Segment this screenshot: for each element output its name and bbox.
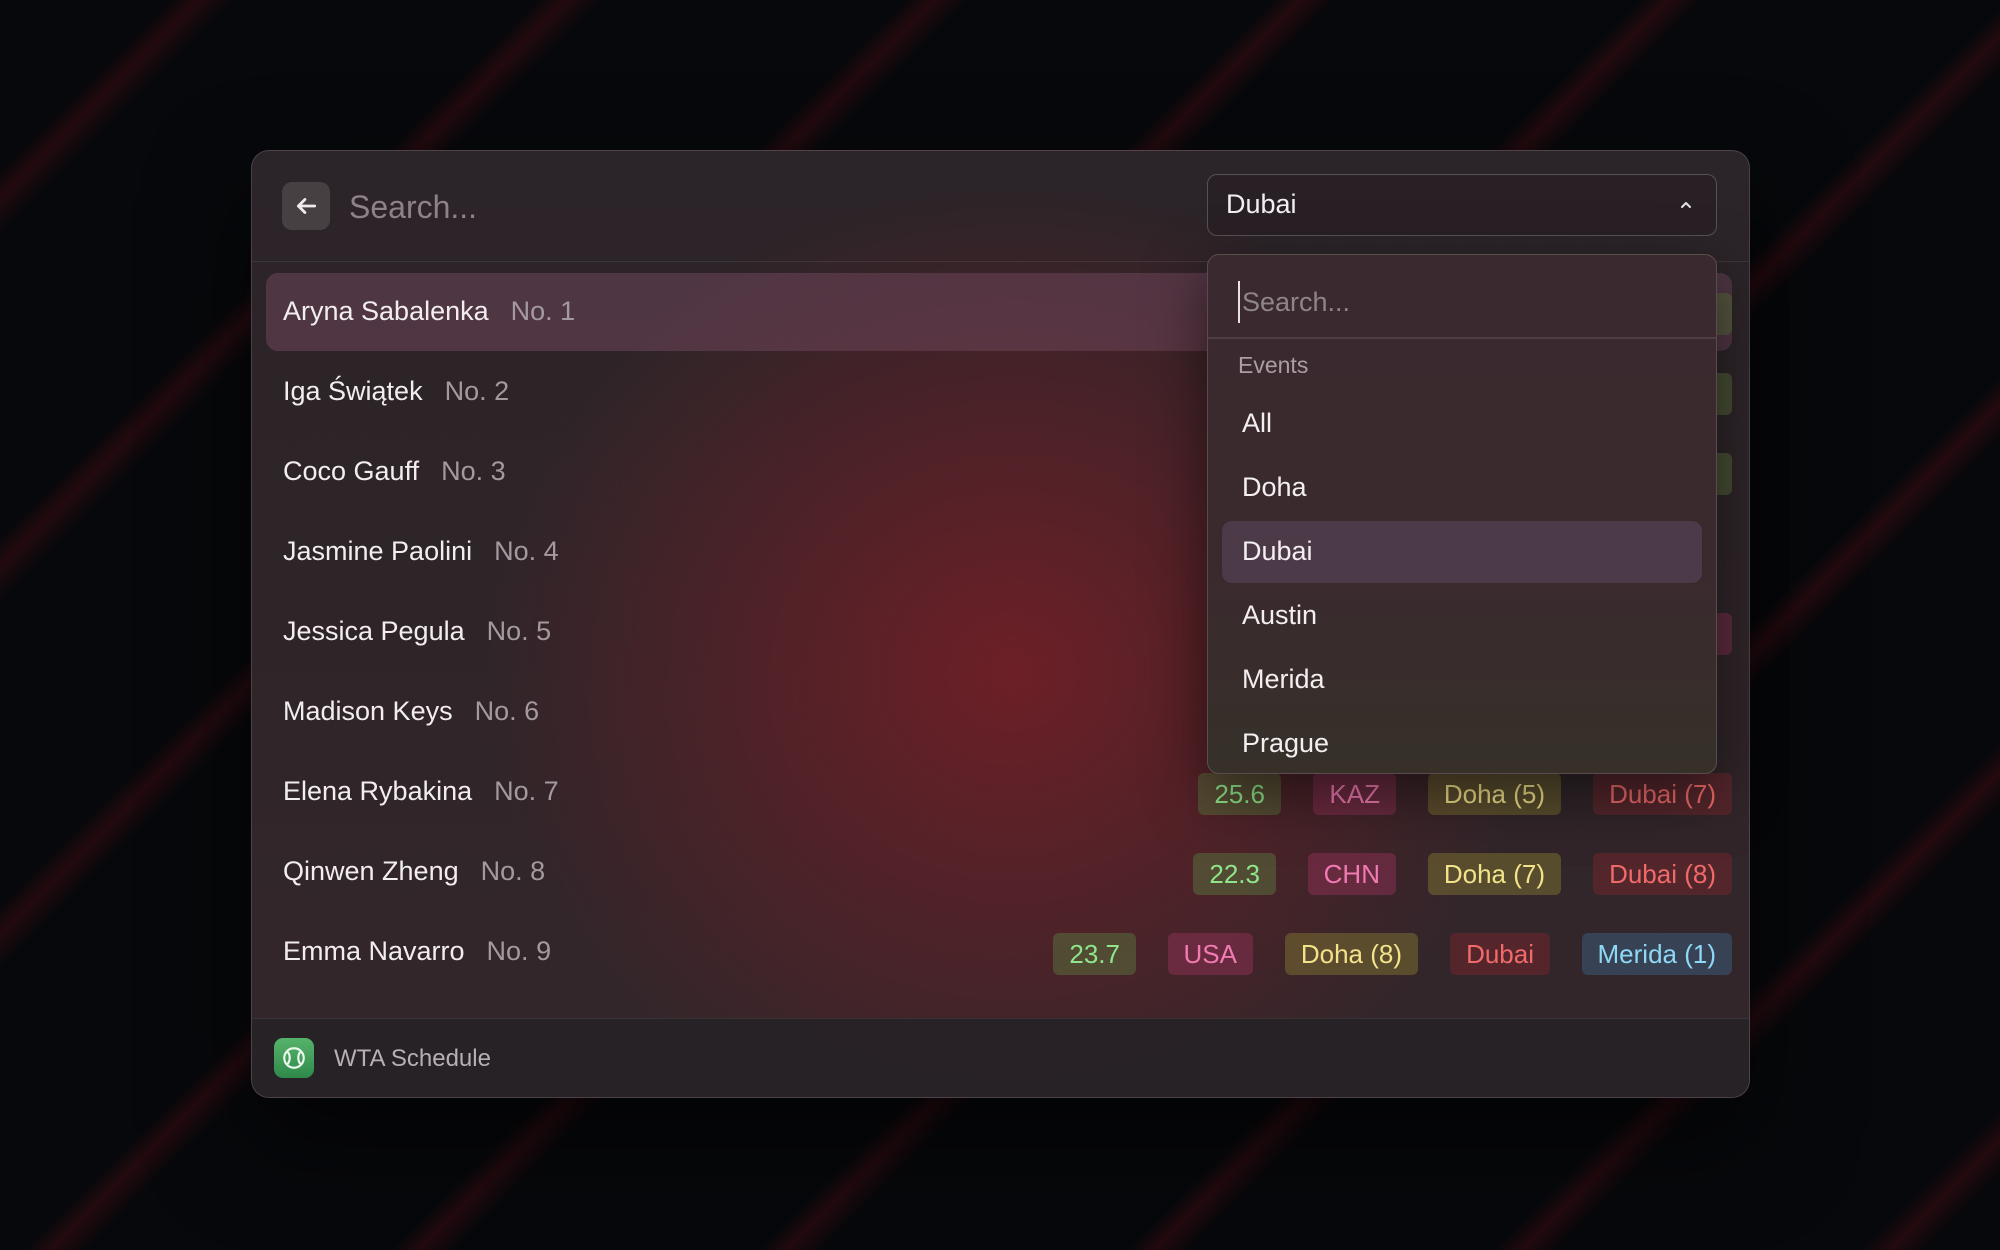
doha-tag: Doha (5) [1427, 773, 1561, 815]
menu-item-label: Dubai [1242, 536, 1313, 566]
menu-item-label: Austin [1242, 600, 1318, 630]
player-rank: No. 7 [494, 776, 559, 806]
event-filter-dropdown[interactable]: Dubai [1207, 174, 1717, 236]
dubai-tag: Dubai [1450, 933, 1550, 975]
menu-item-label: Merida [1242, 664, 1325, 694]
menu-item-all[interactable]: All [1222, 393, 1702, 455]
player-name: Qinwen Zheng No. 8 [283, 856, 545, 887]
player-name-text: Emma Navarro [283, 936, 465, 966]
player-rank: No. 9 [486, 936, 552, 966]
player-rank: No. 8 [480, 856, 546, 886]
event-search-input[interactable] [1238, 281, 1684, 323]
event-filter-value: Dubai [1226, 189, 1297, 219]
dubai-tag: Dubai (7) [1593, 773, 1732, 815]
merida-tag: Merida (1) [1581, 933, 1732, 975]
player-name: Emma Navarro No. 9 [283, 936, 551, 967]
divider [1208, 337, 1716, 339]
score-tag: 22.3 [1193, 853, 1276, 895]
player-name: Elena Rybakina No. 7 [283, 776, 559, 807]
player-name: Madison Keys No. 6 [283, 696, 539, 727]
dubai-tag: Dubai (8) [1593, 853, 1732, 895]
event-filter-menu: Events All Doha Dubai Austin Merida Prague [1207, 254, 1717, 774]
score-tag: 25.6 [1198, 773, 1281, 815]
country-tag: USA [1167, 933, 1253, 975]
player-name: Aryna Sabalenka No. 1 [283, 296, 575, 327]
player-rank: No. 5 [486, 616, 552, 646]
menu-item-dubai[interactable]: Dubai [1222, 521, 1702, 583]
menu-item-prague[interactable]: Prague [1222, 713, 1702, 773]
player-name: Jessica Pegula No. 5 [283, 616, 551, 647]
menu-item-label: Prague [1242, 728, 1330, 758]
doha-tag: Doha (7) [1427, 853, 1561, 895]
footer-bar: WTA Schedule [252, 1018, 1749, 1097]
player-rank: No. 6 [474, 696, 540, 726]
menu-item-doha[interactable]: Doha [1222, 457, 1702, 519]
menu-item-label: All [1242, 408, 1273, 438]
player-name: Coco Gauff No. 3 [283, 456, 506, 487]
player-name-text: Jessica Pegula [283, 616, 465, 646]
player-name-text: Iga Świątek [283, 376, 423, 406]
player-name-text: Aryna Sabalenka [283, 296, 489, 326]
player-rank: No. 1 [510, 296, 576, 326]
country-tag: CHN [1307, 853, 1396, 895]
search-header: Dubai [252, 151, 1749, 262]
doha-tag: Doha (8) [1284, 933, 1418, 975]
player-name-text: Coco Gauff [283, 456, 420, 486]
app-title: WTA Schedule [334, 1045, 491, 1072]
player-row[interactable]: Emma Navarro No. 9 Merida (1) Dubai Doha (8)… [266, 913, 1732, 991]
menu-item-label: Doha [1242, 472, 1307, 502]
player-name-text: Qinwen Zheng [283, 856, 459, 886]
player-name-text: Elena Rybakina [283, 776, 473, 806]
arrow-left-icon [297, 198, 317, 214]
menu-item-merida[interactable]: Merida [1222, 649, 1702, 711]
player-rank: No. 3 [441, 456, 506, 486]
menu-item-austin[interactable]: Austin [1222, 585, 1702, 647]
score-tag: 23.7 [1053, 933, 1136, 975]
menu-group-label: Events [1238, 352, 1309, 378]
search-input[interactable] [347, 181, 1151, 233]
player-name: Iga Świątek No. 2 [283, 376, 509, 407]
country-tag: KAZ [1313, 773, 1396, 815]
player-name: Jasmine Paolini No. 4 [283, 536, 559, 567]
player-name-text: Madison Keys [283, 696, 453, 726]
player-row[interactable]: Qinwen Zheng No. 8 Dubai (8) Doha (7) CHN 22.… [266, 833, 1732, 911]
player-rank: No. 4 [494, 536, 559, 566]
player-rank: No. 2 [444, 376, 510, 406]
tennis-ball-icon [274, 1038, 314, 1078]
player-name-text: Jasmine Paolini [283, 536, 473, 566]
chevron-up-icon [1681, 202, 1691, 208]
back-button[interactable] [282, 182, 330, 230]
desktop-background: Dubai Aryna SabalenkaNo. 12Iga ŚwiątekNo… [0, 0, 2000, 1250]
